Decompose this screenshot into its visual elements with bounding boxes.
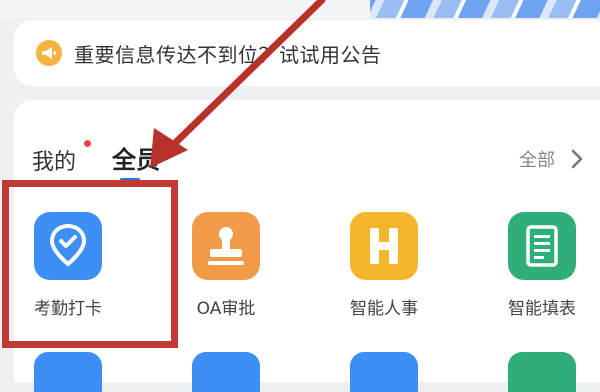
- app-label: 智能填表: [508, 299, 576, 319]
- tab-mine[interactable]: 我的: [32, 144, 76, 176]
- chevron-right-icon[interactable]: [570, 148, 584, 170]
- h-badge-icon: [350, 212, 418, 280]
- header-banner-strip: [0, 0, 600, 18]
- announcement-bar[interactable]: 重要信息传达不到位？试试用公告: [14, 20, 600, 86]
- app-smart-forms[interactable]: 智能填表: [502, 212, 592, 332]
- view-all-link[interactable]: 全部: [519, 146, 555, 172]
- app-tile-row2[interactable]: [34, 352, 102, 392]
- unread-dot: [84, 140, 91, 147]
- megaphone-icon: [36, 40, 62, 66]
- app-label: OA审批: [196, 299, 256, 319]
- announcement-text: 重要信息传达不到位？试试用公告: [74, 43, 382, 67]
- stamp-icon: [192, 212, 260, 280]
- app-oa-approval[interactable]: OA审批: [186, 212, 276, 332]
- banner-decoration: [370, 0, 600, 18]
- app-label: 智能人事: [350, 299, 418, 319]
- highlight-box: [2, 180, 178, 348]
- app-tile-row2[interactable]: [508, 352, 576, 392]
- app-tile-row2[interactable]: [350, 352, 418, 392]
- app-tile-row2[interactable]: [192, 352, 260, 392]
- tab-all-staff[interactable]: 全员: [112, 140, 160, 175]
- app-smart-hr[interactable]: 智能人事: [344, 212, 434, 332]
- form-sheet-icon: [508, 212, 576, 280]
